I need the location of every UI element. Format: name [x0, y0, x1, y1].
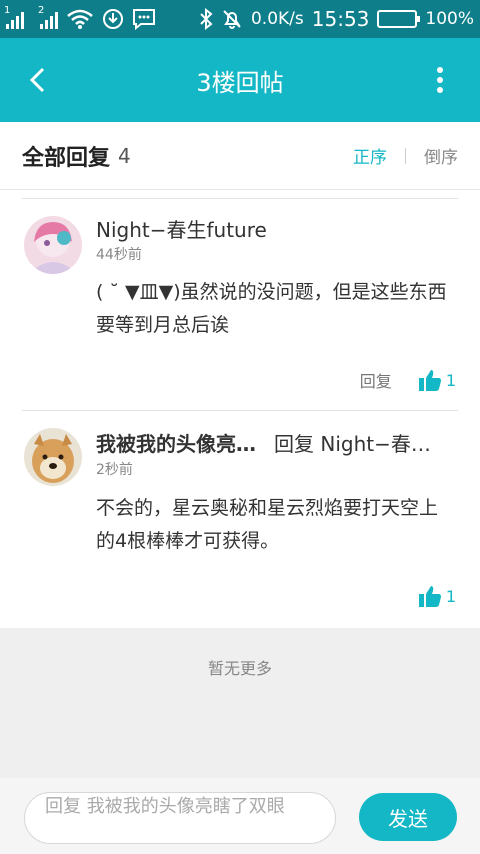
like-button[interactable]: 1	[418, 584, 456, 608]
reply-composer: 回复 我被我的头像亮瞎了双眼 发送	[0, 778, 480, 854]
reply-actions: 回复 1	[360, 368, 456, 392]
reply-button[interactable]: 回复	[360, 368, 392, 392]
status-bar: 1 2 0.0K/s 15:53 100%	[0, 0, 480, 38]
no-more-footer: 暂无更多	[0, 628, 480, 778]
avatar[interactable]	[24, 216, 82, 274]
title-bar: 3楼回帖	[0, 38, 480, 122]
back-arrow-icon	[29, 67, 45, 93]
avatar-anime-image	[24, 216, 82, 274]
divider	[22, 198, 458, 199]
alarm-off-icon	[223, 10, 241, 29]
thumbs-up-icon	[418, 586, 441, 607]
username[interactable]: 我被我的头像亮…	[96, 428, 256, 457]
bluetooth-icon	[200, 8, 213, 30]
reply-time: 2秒前	[96, 462, 133, 478]
thumbs-up-icon	[418, 370, 441, 391]
reply-to-label: 回复 Night−春…	[274, 432, 431, 456]
reply-item: Night−春生future 44秒前 ( ˘ ▼皿▼)虽然说的没问题，但是这些…	[0, 200, 480, 410]
signal-icon-sim1: 1	[4, 5, 24, 29]
status-left: 1 2	[4, 5, 156, 30]
more-menu-button[interactable]	[422, 62, 458, 98]
sort-desc-tab[interactable]: 倒序	[424, 143, 458, 168]
sim1-label: 1	[4, 5, 11, 16]
page-title: 3楼回帖	[196, 68, 284, 97]
divider	[22, 410, 458, 411]
sort-asc-tab[interactable]: 正序	[353, 143, 387, 168]
clock: 15:53	[311, 7, 370, 31]
like-button[interactable]: 1	[418, 368, 456, 392]
send-button[interactable]: 发送	[359, 793, 457, 841]
like-count: 1	[445, 586, 456, 606]
reply-time: 44秒前	[96, 247, 142, 263]
reply-item: 我被我的头像亮… 回复 Night−春… 2秒前 不会的，星云奥秘和星云烈焰要打…	[0, 412, 480, 628]
battery-percent: 100%	[425, 9, 474, 29]
download-icon	[103, 9, 123, 29]
reply-actions: 1	[418, 584, 456, 608]
more-vert-icon	[437, 67, 443, 93]
replies-label: 全部回复	[22, 145, 111, 171]
network-speed: 0.0K/s	[250, 9, 304, 29]
reply-content: 不会的，星云奥秘和星云烈焰要打天空上的4根棒棒才可获得。	[96, 497, 439, 552]
reply-content: ( ˘ ▼皿▼)虽然说的没问题，但是这些东西要等到月总后诶	[96, 281, 447, 336]
message-icon	[133, 9, 155, 30]
reply-name-row: Night−春生future	[96, 214, 267, 243]
replies-header: 全部回复 4 正序 倒序	[0, 122, 480, 190]
username[interactable]: Night−春生future	[96, 214, 267, 243]
avatar[interactable]	[24, 428, 82, 486]
status-right: 0.0K/s 15:53 100%	[199, 7, 474, 31]
avatar-dog-image	[24, 428, 82, 486]
signal-icon-sim2: 2	[38, 5, 58, 29]
reply-input[interactable]: 回复 我被我的头像亮瞎了双眼	[24, 792, 336, 844]
back-button[interactable]	[20, 62, 56, 98]
replies-count: 4	[118, 143, 131, 168]
sort-divider	[405, 147, 406, 164]
no-more-text: 暂无更多	[207, 659, 272, 678]
battery-icon	[377, 10, 421, 28]
wifi-icon	[67, 9, 93, 29]
like-count: 1	[445, 370, 456, 390]
reply-name-row: 我被我的头像亮… 回复 Night−春…	[96, 428, 431, 457]
sort-toggle: 正序 倒序	[353, 143, 458, 168]
sim2-label: 2	[38, 5, 45, 16]
